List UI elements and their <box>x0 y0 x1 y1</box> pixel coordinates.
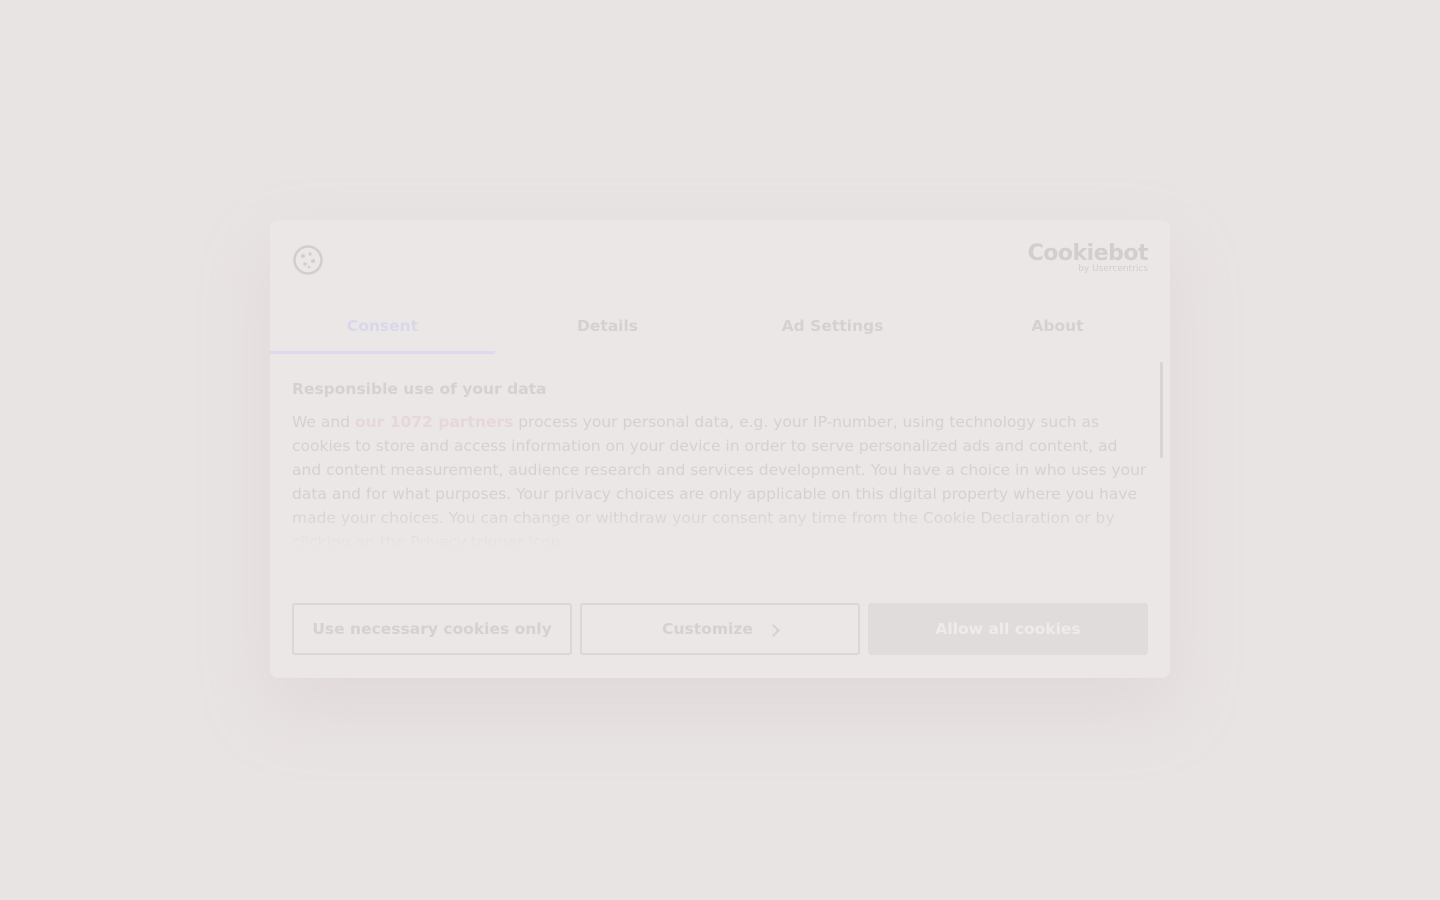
tab-bar: Consent Details Ad Settings About <box>270 302 1170 354</box>
tab-details[interactable]: Details <box>495 302 720 354</box>
dialog-header: Cookiebot by Usercentrics <box>270 220 1170 300</box>
tab-about[interactable]: About <box>945 302 1170 354</box>
content-scrollbar[interactable] <box>1160 362 1163 458</box>
tab-ad-settings[interactable]: Ad Settings <box>720 302 945 354</box>
chevron-right-icon <box>766 623 780 637</box>
necessary-cookies-button[interactable]: Use necessary cookies only <box>292 603 572 655</box>
necessary-cookies-label: Use necessary cookies only <box>312 620 552 638</box>
customize-button[interactable]: Customize <box>580 603 860 655</box>
consent-content: Responsible use of your data We and our … <box>292 370 1148 550</box>
allow-all-label: Allow all cookies <box>935 620 1081 638</box>
allow-all-button[interactable]: Allow all cookies <box>868 603 1148 655</box>
tab-consent[interactable]: Consent <box>270 302 495 354</box>
content-fade <box>292 510 1148 550</box>
cookie-consent-dialog: Cookiebot by Usercentrics Consent Detail… <box>270 220 1170 678</box>
action-buttons: Use necessary cookies only Customize All… <box>292 603 1148 655</box>
partners-link[interactable]: our 1072 partners <box>355 413 513 431</box>
customize-label: Customize <box>662 620 753 638</box>
brand-name: Cookiebot <box>1027 241 1149 266</box>
cookie-icon <box>292 244 324 276</box>
body-prefix: We and <box>292 413 355 431</box>
cookiebot-logo[interactable]: Cookiebot by Usercentrics <box>1027 241 1149 275</box>
content-title: Responsible use of your data <box>292 380 547 398</box>
